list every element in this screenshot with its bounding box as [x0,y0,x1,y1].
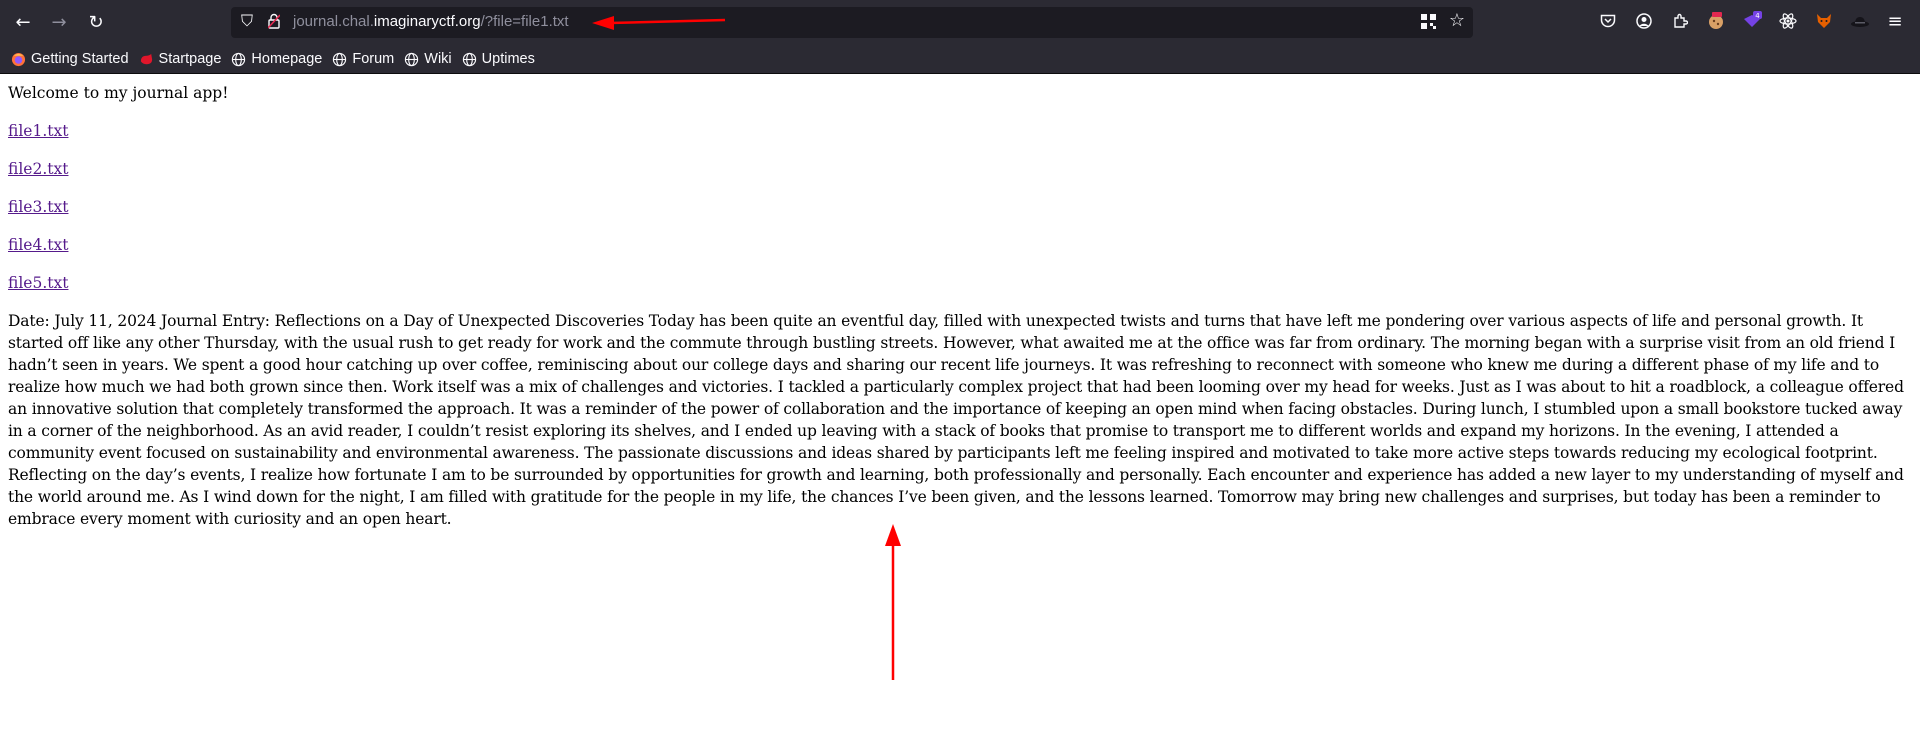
extension-badge-icon[interactable]: 4 [1742,11,1762,31]
extension-cookie-icon[interactable] [1706,11,1726,31]
bookmark-star-icon[interactable]: ☆ [1449,10,1465,31]
bookmark-wiki[interactable]: Wiki [404,51,452,67]
url-path: /?file=file1.txt [480,13,569,30]
menu-icon[interactable]: ≡ [1885,11,1905,32]
lock-icon[interactable] [268,13,280,29]
globe-icon [405,52,419,66]
welcome-heading: Welcome to my journal app! [8,84,229,102]
bookmark-forum[interactable]: Forum [332,51,394,67]
bookmark-startpage[interactable]: Startpage [139,51,222,67]
globe-icon [232,52,246,66]
bookmark-label: Getting Started [31,51,129,67]
bookmark-label: Forum [352,51,395,67]
startpage-icon [140,53,152,64]
annotation-arrow-url [592,16,726,30]
globe-icon [462,52,476,66]
address-bar[interactable]: ⛉ journal.chal.imaginaryctf.org/?file=fi… [231,7,1473,38]
file-link-1[interactable]: file1.txt [8,120,1912,142]
annotation-arrow-text [885,524,901,680]
back-icon[interactable]: ← [8,7,38,37]
url-text[interactable]: journal.chal.imaginaryctf.org/?file=file… [293,13,569,30]
extension-fox-icon[interactable] [1814,11,1834,31]
reload-icon[interactable]: ↻ [81,7,111,37]
forward-icon[interactable]: → [44,7,74,37]
file-link-4[interactable]: file4.txt [8,234,1912,256]
bookmark-label: Wiki [424,51,452,67]
account-icon[interactable] [1634,11,1654,31]
journal-entry-text: Date: July 11, 2024 Journal Entry: Refle… [8,312,1904,528]
globe-icon [333,52,347,66]
file-link-3[interactable]: file3.txt [8,196,1912,218]
bookmark-uptimes[interactable]: Uptimes [462,51,535,67]
qr-icon[interactable] [1420,13,1437,30]
url-host: imaginaryctf.org [373,13,481,30]
shield-icon[interactable]: ⛉ [241,11,253,31]
bookmark-homepage[interactable]: Homepage [231,51,322,67]
bookmark-label: Homepage [251,51,323,67]
url-prefix: journal.chal. [293,13,374,30]
extension-hat-icon[interactable] [1850,11,1870,31]
file-link-5[interactable]: file5.txt [8,272,1912,294]
bookmark-getting-started[interactable]: Getting Started [11,51,129,67]
bookmark-label: Uptimes [481,51,535,67]
file-link-2[interactable]: file2.txt [8,158,1912,180]
svg-text:4: 4 [1755,12,1760,20]
firefox-icon [11,52,26,66]
bookmarks-toolbar: Getting Started Startpage Homepage Forum… [0,45,1920,74]
bookmark-label: Startpage [158,51,222,67]
extensions-icon[interactable] [1670,11,1690,31]
pocket-icon[interactable] [1598,11,1618,31]
page-content: Welcome to my journal app! file1.txt fil… [8,74,1912,530]
extension-react-icon[interactable] [1778,11,1798,31]
browser-toolbar: ← → ↻ ⛉ journal.chal.imaginaryctf.org/?f… [0,0,1920,45]
